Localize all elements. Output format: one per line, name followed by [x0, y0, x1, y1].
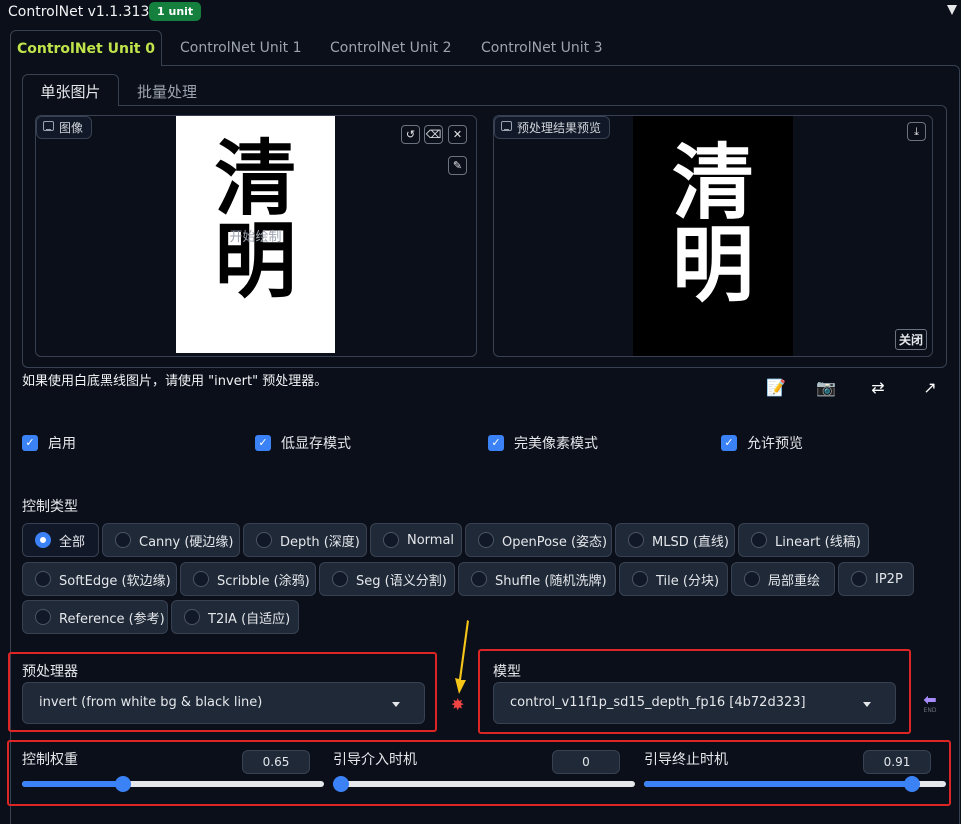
check-icon[interactable]: ✓	[22, 435, 38, 451]
image-icon	[43, 121, 54, 131]
tab-unit-2[interactable]: ControlNet Unit 2	[330, 34, 452, 64]
collapse-triangle-icon[interactable]	[947, 5, 957, 15]
control-weight-slider[interactable]	[22, 776, 324, 792]
allow-preview-checkbox[interactable]: ✓ 允许预览	[721, 433, 803, 453]
eraser-icon[interactable]: ⌫	[424, 125, 443, 144]
edit-icon[interactable]: 📝	[766, 378, 786, 398]
unit-count-badge: 1 unit	[149, 2, 202, 21]
start-drawing-text[interactable]: 开始绘制	[176, 226, 335, 245]
model-dropdown[interactable]: control_v11f1p_sd15_depth_fp16 [4b72d323…	[493, 682, 896, 724]
control-type-label: 控制类型	[22, 499, 78, 515]
control-type-canny[interactable]: Canny (硬边缘)	[102, 523, 240, 557]
svg-text:✸: ✸	[451, 695, 464, 714]
chevron-down-icon	[392, 702, 400, 707]
close-preview-button[interactable]: 关闭	[895, 329, 928, 350]
swap-icon[interactable]: ⇄	[868, 378, 888, 398]
check-icon[interactable]: ✓	[488, 435, 504, 451]
image-label: 图像	[36, 116, 93, 139]
control-type-reference[interactable]: Reference (参考)	[22, 600, 168, 634]
guidance-end-slider[interactable]	[644, 776, 946, 792]
input-calligraphy: 清明	[214, 131, 297, 309]
preprocessor-label: 预处理器	[22, 664, 78, 680]
control-type-all[interactable]: 全部	[22, 523, 99, 557]
invert-hint: 如果使用白底黑线图片，请使用 "invert" 预处理器。	[22, 374, 328, 389]
check-icon[interactable]: ✓	[721, 435, 737, 451]
camera-icon[interactable]: 📷	[816, 378, 836, 398]
guidance-end-input[interactable]: 0.91	[863, 750, 931, 774]
image-icon	[501, 121, 512, 131]
tab-single-image[interactable]: 单张图片	[22, 74, 119, 106]
control-type-tile[interactable]: Tile (分块)	[619, 562, 728, 596]
control-type-depth[interactable]: Depth (深度)	[243, 523, 367, 557]
control-type-t2ia[interactable]: T2IA (自适应)	[171, 600, 299, 634]
input-image[interactable]: 清明 开始绘制	[176, 116, 335, 353]
control-type-seg[interactable]: Seg (语义分割)	[319, 562, 455, 596]
slider-thumb[interactable]	[904, 776, 920, 792]
control-type-ip2p[interactable]: IP2P	[838, 562, 914, 596]
end-label: END	[923, 707, 937, 714]
refresh-models-button[interactable]: ⬅ END	[919, 690, 941, 715]
undo-icon[interactable]: ↺	[401, 125, 420, 144]
check-icon[interactable]: ✓	[255, 435, 271, 451]
slider-thumb[interactable]	[333, 776, 349, 792]
close-icon[interactable]: ✕	[448, 125, 467, 144]
pixel-perfect-checkbox[interactable]: ✓ 完美像素模式	[488, 433, 598, 453]
guidance-start-label: 引导介入时机	[333, 752, 417, 768]
sliders-highlight	[7, 740, 951, 806]
send-dimensions-icon[interactable]: ↗	[920, 378, 940, 398]
low-vram-checkbox[interactable]: ✓ 低显存模式	[255, 433, 351, 453]
preprocessor-dropdown[interactable]: invert (from white bg & black line)	[22, 682, 425, 724]
control-type-shuffle[interactable]: Shuffle (随机洗牌)	[458, 562, 616, 596]
preview-image: 清明	[633, 116, 793, 356]
control-weight-label: 控制权重	[22, 752, 78, 768]
control-type-lineart[interactable]: Lineart (线稿)	[738, 523, 869, 557]
tab-batch[interactable]: 批量处理	[137, 76, 197, 106]
control-type-softedge[interactable]: SoftEdge (软边缘)	[22, 562, 177, 596]
tab-unit-1[interactable]: ControlNet Unit 1	[180, 34, 302, 64]
control-type-normal[interactable]: Normal	[370, 523, 462, 557]
guidance-start-input[interactable]: 0	[552, 750, 620, 774]
tab-unit-3[interactable]: ControlNet Unit 3	[481, 34, 603, 64]
control-type-openpose[interactable]: OpenPose (姿态)	[465, 523, 612, 557]
tab-unit-0[interactable]: ControlNet Unit 0	[10, 30, 162, 66]
app-title: ControlNet v1.1.313	[8, 4, 150, 20]
arrow-left-icon: ⬅	[923, 690, 937, 709]
slider-thumb[interactable]	[115, 776, 131, 792]
preview-label: 预处理结果预览	[494, 116, 611, 139]
preview-calligraphy: 清明	[671, 135, 754, 313]
control-type-scribble[interactable]: Scribble (涂鸦)	[180, 562, 316, 596]
preprocessor-value: invert (from white bg & black line)	[39, 695, 263, 710]
model-label: 模型	[493, 664, 521, 680]
enable-checkbox[interactable]: ✓ 启用	[22, 433, 76, 453]
guidance-end-label: 引导终止时机	[644, 752, 728, 768]
control-type-mlsd[interactable]: MLSD (直线)	[615, 523, 735, 557]
control-weight-input[interactable]: 0.65	[242, 750, 310, 774]
guidance-start-slider[interactable]	[333, 776, 635, 792]
control-type-inpaint[interactable]: 局部重绘	[731, 562, 835, 596]
download-icon[interactable]: ⤓	[907, 122, 926, 141]
chevron-down-icon	[863, 702, 871, 707]
model-value: control_v11f1p_sd15_depth_fp16 [4b72d323…	[510, 695, 806, 710]
brush-icon[interactable]: ✎	[448, 156, 467, 175]
arrow-annotation-icon: ✸	[451, 620, 469, 714]
